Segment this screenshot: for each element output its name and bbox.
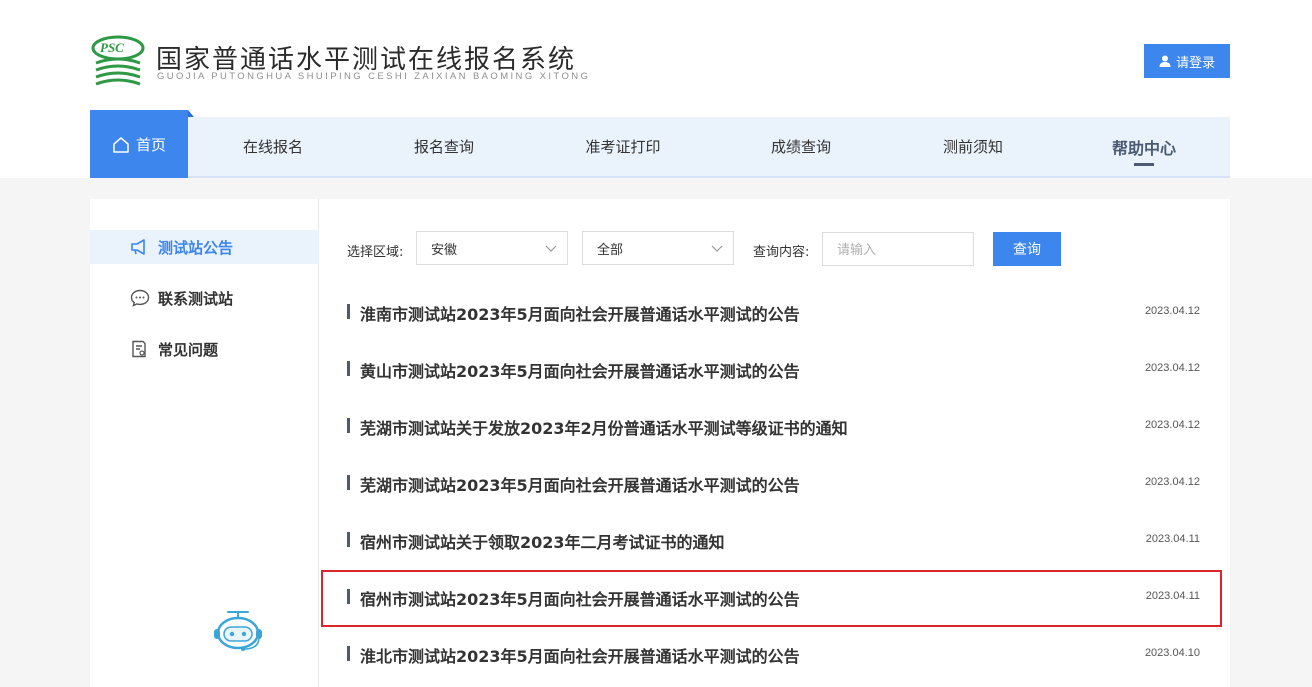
announcement-row[interactable]: 宿州市测试站关于领取2023年二月考试证书的通知 2023.04.11 <box>321 513 1222 570</box>
content-card: 测试站公告 联系测试站 常见问题 选择区域: 安徽 全部 查询内容: 请输入 查… <box>90 199 1230 687</box>
login-button[interactable]: 请登录 <box>1144 44 1230 78</box>
announcement-date: 2023.04.10 <box>1144 647 1200 659</box>
row-marker <box>347 304 350 319</box>
nav-item-registration-query[interactable]: 报名查询 <box>379 117 509 176</box>
robot-assistant-icon[interactable] <box>212 609 264 653</box>
nav-item-score-query[interactable]: 成绩查询 <box>736 117 866 176</box>
announcement-date: 2023.04.11 <box>1145 590 1200 602</box>
row-marker <box>347 361 350 376</box>
user-icon <box>1159 55 1171 67</box>
announcement-title[interactable]: 淮南市测试站2023年5月面向社会开展普通话水平测试的公告 <box>360 301 800 325</box>
logo-badge-text: PSC <box>100 40 124 55</box>
site-logo[interactable]: PSC 国家普通话水平测试在线报名系统 GUOJIA PUTONGHUA SHU… <box>90 35 590 87</box>
announcement-date: 2023.04.12 <box>1144 419 1200 431</box>
announcement-row[interactable]: 淮南市测试站2023年5月面向社会开展普通话水平测试的公告 2023.04.12 <box>321 285 1222 342</box>
megaphone-icon <box>131 239 145 255</box>
announcement-title[interactable]: 宿州市测试站关于领取2023年二月考试证书的通知 <box>360 529 725 553</box>
announcement-date: 2023.04.12 <box>1144 305 1200 317</box>
site-subtitle: GUOJIA PUTONGHUA SHUIPING CESHI ZAIXIAN … <box>157 71 591 82</box>
nav-item-admission-print[interactable]: 准考证打印 <box>558 117 688 176</box>
region-select[interactable]: 安徽 <box>416 231 568 265</box>
sidebar-item-contact[interactable]: 联系测试站 <box>90 281 319 315</box>
row-marker <box>347 418 350 433</box>
nav-item-online-registration[interactable]: 在线报名 <box>208 117 338 176</box>
announcement-date: 2023.04.12 <box>1144 362 1200 374</box>
chevron-down-icon <box>711 245 723 252</box>
sidebar: 测试站公告 联系测试站 常见问题 <box>90 199 319 687</box>
announcement-row[interactable]: 淮北市测试站2023年5月面向社会开展普通话水平测试的公告 2023.04.10 <box>321 627 1222 684</box>
sidebar-item-announcements[interactable]: 测试站公告 <box>90 230 319 264</box>
sidebar-item-label: 联系测试站 <box>158 289 234 308</box>
home-icon <box>113 136 129 153</box>
announcement-title[interactable]: 淮北市测试站2023年5月面向社会开展普通话水平测试的公告 <box>360 643 800 667</box>
announcement-title[interactable]: 芜湖市测试站2023年5月面向社会开展普通话水平测试的公告 <box>360 472 800 496</box>
nav-item-pretest-notice[interactable]: 测前须知 <box>908 117 1038 176</box>
region-label: 选择区域: <box>347 245 404 260</box>
region-select-value: 安徽 <box>431 242 458 258</box>
row-marker <box>347 589 350 604</box>
sidebar-item-label: 测试站公告 <box>158 238 234 257</box>
announcement-date: 2023.04.11 <box>1145 533 1200 545</box>
category-select[interactable]: 全部 <box>582 231 734 265</box>
login-label: 请登录 <box>1175 55 1215 71</box>
announcement-date: 2023.04.12 <box>1144 476 1200 488</box>
announcement-row[interactable]: 芜湖市测试站关于发放2023年2月份普通话水平测试等级证书的通知 2023.04… <box>321 399 1222 456</box>
sidebar-item-label: 常见问题 <box>158 340 219 359</box>
category-select-value: 全部 <box>597 242 624 258</box>
row-marker <box>347 475 350 490</box>
nav-item-help-center[interactable]: 帮助中心 <box>1079 117 1209 176</box>
nav-home[interactable]: 首页 <box>90 110 194 178</box>
announcement-title[interactable]: 芜湖市测试站关于发放2023年2月份普通话水平测试等级证书的通知 <box>360 415 848 439</box>
announcement-row-highlighted[interactable]: 宿州市测试站2023年5月面向社会开展普通话水平测试的公告 2023.04.11 <box>321 570 1222 627</box>
announcement-title[interactable]: 宿州市测试站2023年5月面向社会开展普通话水平测试的公告 <box>360 586 800 610</box>
nav-active-underline <box>1134 163 1154 166</box>
announcement-row[interactable]: 黄山市测试站2023年5月面向社会开展普通话水平测试的公告 2023.04.12 <box>321 342 1222 399</box>
row-marker <box>347 646 350 661</box>
chat-icon <box>130 289 150 307</box>
search-input[interactable] <box>822 232 974 266</box>
row-marker <box>347 532 350 547</box>
sidebar-item-faq[interactable]: 常见问题 <box>90 332 319 366</box>
announcement-title[interactable]: 黄山市测试站2023年5月面向社会开展普通话水平测试的公告 <box>360 358 800 382</box>
main-nav: 首页 在线报名 报名查询 准考证打印 成绩查询 测前须知 帮助中心 <box>90 110 1230 178</box>
search-button[interactable]: 查询 <box>993 232 1061 266</box>
chevron-down-icon <box>545 245 557 252</box>
document-icon <box>132 340 146 358</box>
nav-home-label: 首页 <box>135 135 166 154</box>
query-label: 查询内容: <box>753 245 810 260</box>
nav-home-tab-corner <box>188 110 194 117</box>
announcement-row[interactable]: 芜湖市测试站2023年5月面向社会开展普通话水平测试的公告 2023.04.12 <box>321 456 1222 513</box>
